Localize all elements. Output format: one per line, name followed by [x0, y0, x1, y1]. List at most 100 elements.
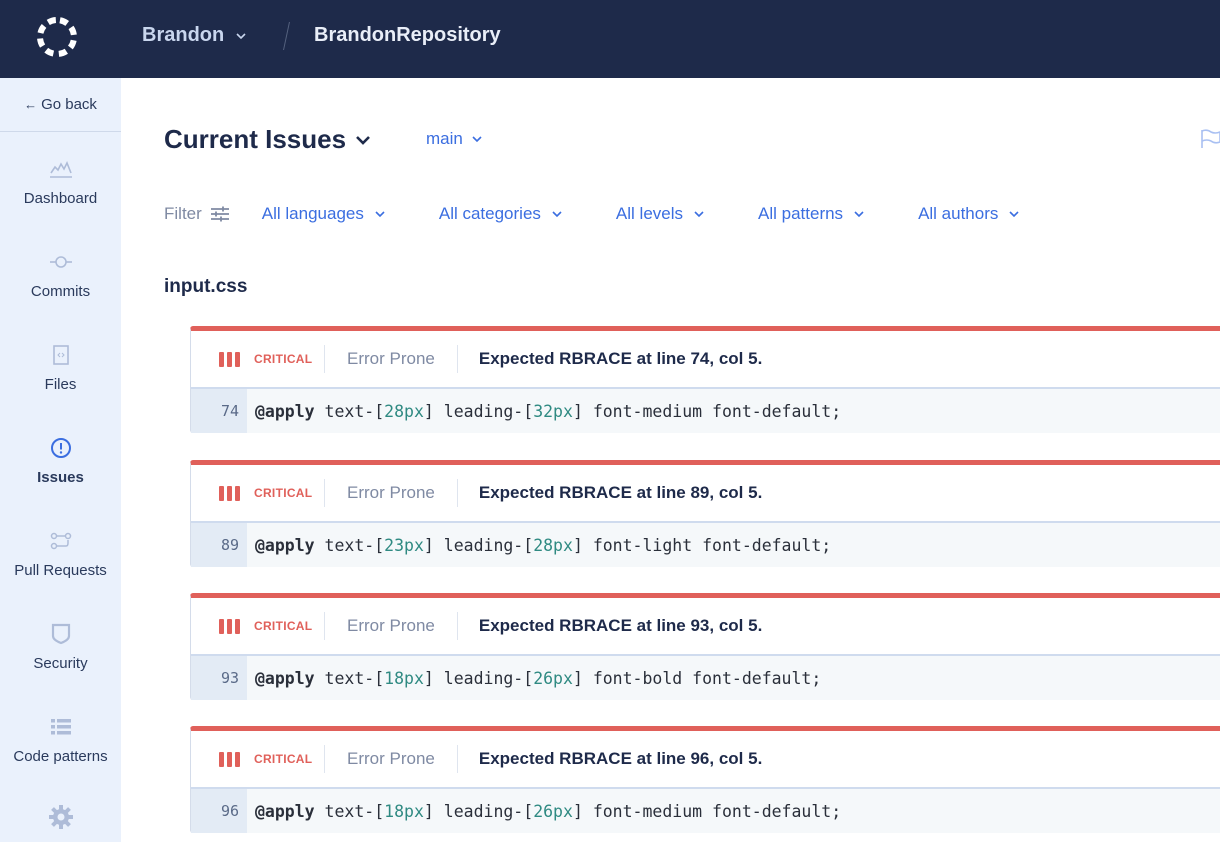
sidebar-item-commits[interactable]: Commits — [0, 249, 121, 300]
issue-category: Error Prone — [347, 616, 435, 635]
issue-card[interactable]: CRITICAL Error Prone Expected RBRACE at li… — [190, 726, 1220, 833]
code-line: @apply text-[18px] leading-[26px] font-b… — [255, 668, 822, 688]
filter-authors[interactable]: All authors — [918, 204, 1020, 224]
repo-name[interactable]: BrandonRepository — [314, 24, 501, 47]
gear-icon — [48, 804, 74, 830]
code-text-size: 18px — [384, 801, 424, 821]
org-switcher[interactable]: Brandon — [142, 24, 248, 47]
chevron-down-icon — [1009, 211, 1019, 218]
line-number[interactable]: 96 — [191, 789, 247, 833]
code-snippet: 93 @apply text-[18px] leading-[26px] font… — [191, 656, 1220, 700]
filter-bar: Filter All languages All categories All … — [164, 204, 1073, 224]
code-leading: 26px — [533, 801, 573, 821]
commit-icon — [48, 249, 74, 275]
severity-bars-icon — [219, 351, 240, 367]
chevron-down-icon — [236, 32, 246, 39]
chevron-down-icon — [694, 211, 704, 218]
shield-icon — [48, 621, 74, 647]
code-keyword: @apply — [255, 535, 315, 555]
sidebar-item-settings[interactable] — [0, 804, 121, 838]
code-line: @apply text-[18px] leading-[26px] font-m… — [255, 801, 842, 821]
code-rest: font-medium font-default; — [592, 401, 842, 421]
line-number[interactable]: 89 — [191, 523, 247, 567]
severity-bars-icon — [219, 485, 240, 501]
pull-request-icon — [48, 528, 74, 554]
code-snippet: 96 @apply text-[18px] leading-[26px] font… — [191, 789, 1220, 833]
issue-message: Expected RBRACE at line 89, col 5. — [478, 483, 763, 502]
code-line: @apply text-[28px] leading-[32px] font-m… — [255, 401, 842, 421]
code-text-size: 28px — [384, 401, 424, 421]
sidebar-item-code-patterns[interactable]: Code patterns — [0, 714, 121, 765]
issue-header[interactable]: CRITICAL Error Prone Expected RBRACE at li… — [191, 598, 1220, 656]
issue-message: Expected RBRACE at line 93, col 5. — [478, 616, 763, 635]
line-number[interactable]: 74 — [191, 389, 247, 433]
org-name: Brandon — [142, 24, 225, 46]
sidebar-item-security[interactable]: Security — [0, 621, 121, 672]
sidebar-item-dashboard[interactable]: Dashboard — [0, 156, 121, 207]
chevron-down-icon — [375, 211, 385, 218]
code-leading: 32px — [533, 401, 573, 421]
code-snippet: 74 @apply text-[28px] leading-[32px] font… — [191, 389, 1220, 433]
code-keyword: @apply — [255, 801, 315, 821]
main-content: Current Issues main Filter All languages… — [121, 78, 1220, 842]
sidebar-item-pull-requests[interactable]: Pull Requests — [0, 528, 121, 579]
issue-card[interactable]: CRITICAL Error Prone Expected RBRACE at li… — [190, 326, 1220, 433]
sidebar-item-issues[interactable]: Issues — [0, 435, 121, 486]
file-heading[interactable]: input.css — [164, 276, 247, 298]
sidebar: ← Go back Dashboard Commits Files Issues… — [0, 78, 121, 842]
filter-levels[interactable]: All levels — [616, 204, 705, 224]
chevron-down-icon — [854, 211, 864, 218]
top-bar: Brandon BrandonRepository — [0, 0, 1220, 78]
page-title: Current Issues — [164, 124, 347, 154]
view-selector[interactable]: Current Issues — [164, 124, 372, 155]
chevron-down-icon — [356, 135, 370, 145]
filter-patterns[interactable]: All patterns — [758, 204, 865, 224]
filter-languages[interactable]: All languages — [262, 204, 386, 224]
arrow-left-icon: ← — [24, 97, 38, 112]
list-icon — [48, 714, 74, 740]
code-keyword: @apply — [255, 401, 315, 421]
issue-message: Expected RBRACE at line 74, col 5. — [478, 349, 763, 368]
filter-toggle[interactable]: Filter — [164, 204, 230, 224]
issue-card[interactable]: CRITICAL Error Prone Expected RBRACE at li… — [190, 593, 1220, 700]
issue-category: Error Prone — [347, 749, 435, 768]
sidebar-item-files[interactable]: Files — [0, 342, 121, 393]
go-back-label: Go back — [41, 96, 97, 113]
code-leading: 28px — [533, 535, 573, 555]
code-rest: font-light font-default; — [592, 535, 832, 555]
breadcrumb-separator — [283, 22, 290, 50]
logo-icon[interactable] — [33, 13, 81, 61]
code-snippet: 89 @apply text-[23px] leading-[28px] font… — [191, 523, 1220, 567]
code-rest: font-bold font-default; — [592, 668, 822, 688]
severity-bars-icon — [219, 751, 240, 767]
severity-bars-icon — [219, 618, 240, 634]
issue-header[interactable]: CRITICAL Error Prone Expected RBRACE at li… — [191, 731, 1220, 789]
issue-header[interactable]: CRITICAL Error Prone Expected RBRACE at li… — [191, 331, 1220, 389]
code-leading: 26px — [533, 668, 573, 688]
severity-level: CRITICAL — [254, 619, 313, 633]
issue-header[interactable]: CRITICAL Error Prone Expected RBRACE at li… — [191, 465, 1220, 523]
code-rest: font-medium font-default; — [592, 801, 842, 821]
filter-categories[interactable]: All categories — [439, 204, 563, 224]
branch-selector[interactable]: main — [426, 129, 483, 149]
sliders-icon — [210, 206, 229, 222]
code-keyword: @apply — [255, 668, 315, 688]
code-line: @apply text-[23px] leading-[28px] font-l… — [255, 535, 832, 555]
line-number[interactable]: 93 — [191, 656, 247, 700]
code-text-size: 23px — [384, 535, 424, 555]
code-text-size: 18px — [384, 668, 424, 688]
issue-card[interactable]: CRITICAL Error Prone Expected RBRACE at li… — [190, 460, 1220, 567]
severity-level: CRITICAL — [254, 486, 313, 500]
issue-category: Error Prone — [347, 483, 435, 502]
branch-name: main — [426, 129, 463, 148]
issue-category: Error Prone — [347, 349, 435, 368]
chevron-down-icon — [552, 211, 562, 218]
file-code-icon — [48, 342, 74, 368]
go-back-link[interactable]: ← Go back — [0, 78, 121, 132]
chevron-down-icon — [472, 136, 482, 143]
severity-level: CRITICAL — [254, 752, 313, 766]
issue-message: Expected RBRACE at line 96, col 5. — [478, 749, 763, 768]
flag-icon[interactable] — [1199, 128, 1220, 150]
alert-circle-icon — [48, 435, 74, 461]
severity-level: CRITICAL — [254, 352, 313, 366]
